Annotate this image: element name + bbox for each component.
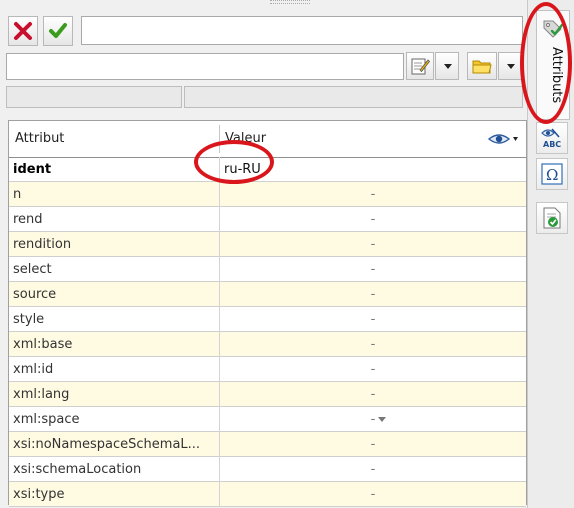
attribute-value-cell[interactable]: - [220,207,526,232]
attributes-table: Attribut Valeur ident ru-RU n - rend - renditi… [8,120,527,507]
tag-check-icon [543,20,564,38]
special-characters-button[interactable]: Ω [536,158,568,190]
table-row[interactable]: select - [9,257,526,282]
table-row[interactable]: xml:space - [9,407,526,432]
svg-text:ABC: ABC [543,140,561,149]
cancel-button[interactable] [8,16,38,46]
attribute-value-cell[interactable]: - [220,457,526,482]
folder-button[interactable] [467,52,497,80]
attribute-name-cell: source [13,287,57,302]
side-panel: Attributs ABC Ω [527,0,574,508]
folder-icon [472,60,492,74]
attribute-name-cell: xml:id [13,362,54,377]
chevron-down-icon [507,64,515,69]
attribute-value-cell[interactable]: - [220,482,526,507]
edit-dropdown-button[interactable] [435,52,459,80]
attribute-name-cell: select [13,262,52,277]
attribute-value-cell[interactable]: - [220,182,526,207]
attribute-value-cell[interactable]: - [220,282,526,307]
attribute-name-cell: xml:base [13,337,73,352]
attribute-value-cell[interactable]: - [220,407,526,432]
validate-document-button[interactable] [536,202,568,234]
eye-icon [487,134,518,144]
attribute-name-cell: rend [13,212,43,227]
table-row[interactable]: source - [9,282,526,307]
green-check-icon [49,23,67,38]
table-row[interactable]: ident ru-RU [9,157,526,182]
chevron-down-icon [444,64,452,69]
path-strip-right [184,86,523,108]
table-row[interactable]: xsi:type - [9,482,526,507]
attribute-value-cell[interactable]: ru-RU [220,157,526,182]
spellcheck-button[interactable]: ABC [536,122,568,154]
folder-dropdown-button[interactable] [498,52,522,80]
edit-button[interactable] [406,52,434,80]
attribute-name-cell: xsi:noNamespaceSchemaL... [13,437,201,452]
omega-symbol-icon: Ω [541,163,563,185]
attribute-name-cell: ident [13,162,52,177]
path-strip-left [6,86,182,108]
attribute-value-cell[interactable]: - [220,332,526,357]
value-column-header[interactable]: Valeur [225,121,266,157]
secondary-input[interactable] [6,53,404,80]
attribute-value-cell[interactable]: - [220,432,526,457]
chevron-down-icon[interactable] [378,417,386,422]
table-row[interactable]: xml:base - [9,332,526,357]
table-row[interactable]: xsi:noNamespaceSchemaL... - [9,432,526,457]
attribute-value-input[interactable] [81,16,523,45]
attribute-name-cell: xsi:type [13,487,65,502]
attribute-value-cell[interactable]: - [220,232,526,257]
table-row[interactable]: rend - [9,207,526,232]
attribute-value-cell[interactable]: - [220,357,526,382]
table-row[interactable]: rendition - [9,232,526,257]
svg-text:Ω: Ω [546,166,558,184]
visibility-filter-button[interactable] [487,130,521,148]
attribute-name-cell: style [13,312,45,327]
edit-note-icon [411,58,430,75]
attribute-name-cell: xml:space [13,412,80,427]
resize-grip[interactable] [270,0,310,4]
table-row[interactable]: n- [9,182,526,207]
attribute-name-cell: rendition [13,237,72,252]
attribute-column-header[interactable]: Attribut [15,121,64,157]
attribute-value-cell[interactable]: - [220,382,526,407]
spellcheck-abc-icon: ABC [541,128,561,149]
red-x-icon [14,22,32,40]
table-row[interactable]: xml:lang - [9,382,526,407]
column-divider[interactable] [219,125,220,153]
table-row[interactable]: xml:id - [9,357,526,382]
attribute-name-cell: xsi:schemaLocation [13,462,142,477]
attribute-name-cell: n [13,187,22,202]
attribute-value-cell[interactable]: - [220,257,526,282]
document-check-icon [543,207,561,229]
table-row[interactable]: xsi:schemaLocation - [9,457,526,482]
table-row[interactable]: style - [9,307,526,332]
tab-attributs-label: Attributs [549,47,564,104]
attributes-panel: Attribut Valeur ident ru-RU n - rend - renditi… [4,10,527,507]
tab-attributs[interactable]: Attributs [536,10,570,120]
attribute-name-cell: xml:lang [13,387,70,402]
confirm-button[interactable] [43,16,73,46]
table-header: Attribut Valeur [9,121,526,158]
attribute-value-cell[interactable]: - [220,307,526,332]
